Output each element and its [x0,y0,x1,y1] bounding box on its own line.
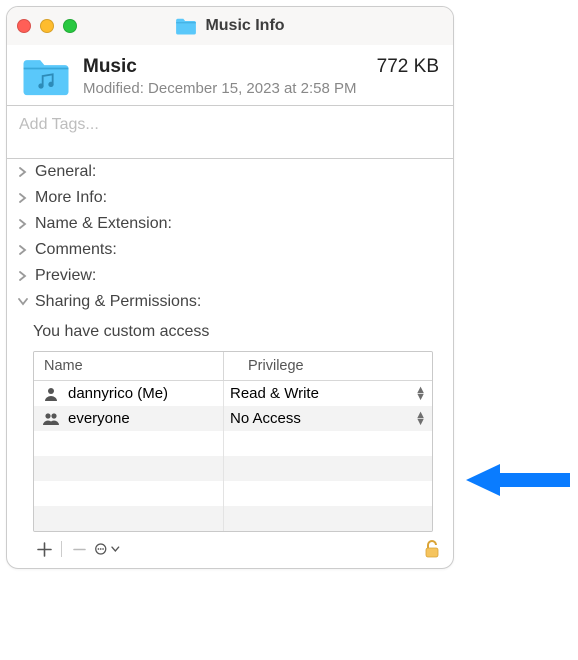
section-preview[interactable]: Preview: [7,263,453,289]
section-label: Comments: [35,241,117,259]
column-name[interactable]: Name [34,352,224,380]
table-rows: dannyrico (Me) Read & Write ▲▼ [34,381,432,531]
close-icon[interactable] [17,19,31,33]
column-privilege[interactable]: Privilege [224,352,432,380]
action-menu-button[interactable] [94,538,120,560]
stepper-icon: ▲▼ [415,412,426,426]
privilege-select[interactable]: Read & Write ▲▼ [224,381,432,406]
minimize-icon[interactable] [40,19,54,33]
chevron-right-icon [17,270,29,282]
chevron-right-icon [17,244,29,256]
table-header: Name Privilege [34,352,432,381]
window-title: Music Info [205,17,284,35]
section-label: General: [35,163,96,181]
callout-arrow-icon [466,460,570,500]
folder-large-icon [21,55,71,97]
stepper-icon: ▲▼ [415,387,426,401]
privilege-value: No Access [230,410,301,427]
file-modified: Modified: December 15, 2023 at 2:58 PM [83,80,439,97]
privilege-value: Read & Write [230,385,319,402]
person-icon [42,386,60,402]
zoom-icon[interactable] [63,19,77,33]
file-name: Music [83,56,137,78]
table-row[interactable]: everyone No Access ▲▼ [34,406,432,431]
table-row [34,481,432,506]
table-row[interactable]: dannyrico (Me) Read & Write ▲▼ [34,381,432,406]
chevron-right-icon [17,192,29,204]
chevron-down-icon [111,546,120,552]
permissions-table: Name Privilege dannyrico (Me) Read & Wri… [33,351,433,532]
privilege-select[interactable]: No Access ▲▼ [224,406,432,431]
folder-icon [175,17,197,35]
chevron-down-icon [17,296,29,308]
tags-input[interactable]: Add Tags... [7,105,453,159]
titlebar: Music Info [7,7,453,45]
user-name: dannyrico (Me) [68,385,168,402]
section-comments[interactable]: Comments: [7,237,453,263]
window-controls [17,19,77,33]
chevron-right-icon [17,166,29,178]
table-row [34,456,432,481]
file-size: 772 KB [377,56,439,78]
info-window: Music Info Music 772 KB Modified: Decemb… [6,6,454,569]
section-label: Preview: [35,267,96,285]
section-general[interactable]: General: [7,159,453,185]
section-label: Sharing & Permissions: [35,293,201,311]
section-label: Name & Extension: [35,215,172,233]
table-row [34,431,432,456]
permissions-panel: You have custom access Name Privilege da… [7,315,453,532]
section-label: More Info: [35,189,107,207]
user-name: everyone [68,410,130,427]
permissions-toolbar [7,534,453,568]
add-button[interactable] [31,538,57,560]
access-note: You have custom access [33,323,443,341]
table-row [34,506,432,531]
lock-button[interactable] [419,538,445,560]
chevron-right-icon [17,218,29,230]
file-header: Music 772 KB Modified: December 15, 2023… [7,45,453,105]
section-sharing-permissions[interactable]: Sharing & Permissions: [7,289,453,315]
section-more-info[interactable]: More Info: [7,185,453,211]
separator [61,541,62,557]
remove-button[interactable] [66,538,92,560]
sections-list: General: More Info: Name & Extension: Co… [7,159,453,315]
section-name-extension[interactable]: Name & Extension: [7,211,453,237]
group-icon [42,412,60,426]
